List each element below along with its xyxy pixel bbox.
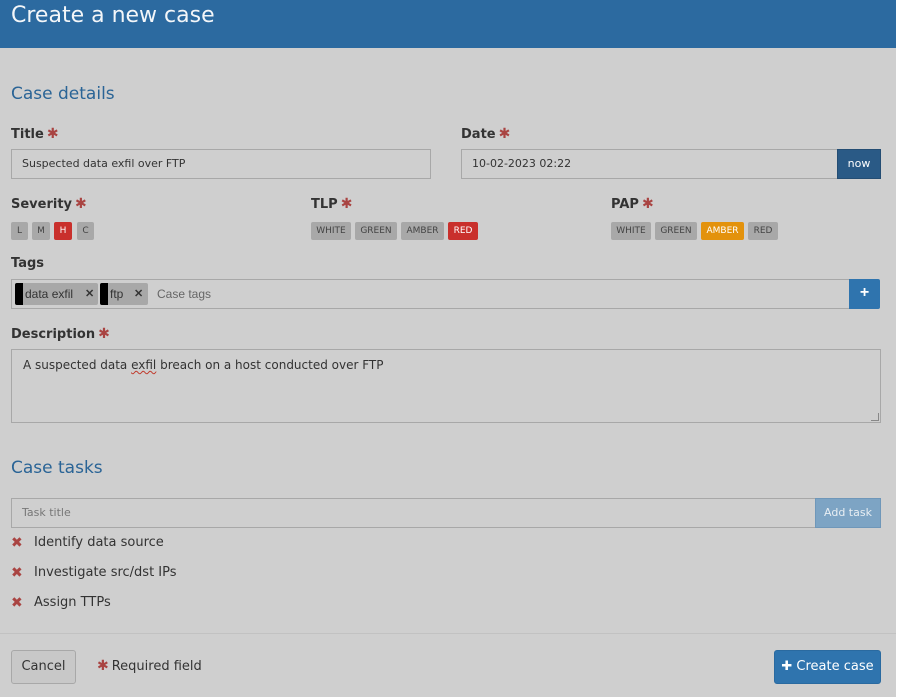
severity-option-h[interactable]: H: [54, 222, 72, 240]
create-case-button[interactable]: ✚ Create case: [774, 650, 881, 684]
add-tag-button[interactable]: +: [849, 279, 880, 309]
plus-icon: ✚: [781, 659, 793, 674]
resize-handle-icon[interactable]: [871, 413, 879, 421]
tag-chip: ftp ✕: [100, 283, 148, 305]
required-field-note: ✱ Required field: [97, 658, 202, 674]
create-case-label: Create case: [796, 659, 874, 674]
title-label: Title ✱: [11, 126, 59, 142]
task-label: Identify data source: [34, 535, 164, 550]
severity-option-c[interactable]: C: [77, 222, 94, 240]
pap-option-white[interactable]: WHITE: [611, 222, 651, 240]
description-label: Description ✱: [11, 326, 110, 342]
tag-color-bar: [100, 283, 108, 305]
pap-label: PAP ✱: [611, 196, 654, 212]
date-input[interactable]: 10-02-2023 02:22: [461, 149, 838, 179]
plus-icon: +: [859, 284, 870, 301]
required-asterisk-icon: ✱: [46, 126, 59, 142]
description-text: A suspected data: [23, 358, 132, 372]
required-asterisk-icon: ✱: [340, 196, 353, 212]
required-asterisk-icon: ✱: [641, 196, 654, 212]
cancel-button[interactable]: Cancel: [11, 650, 76, 684]
severity-option-m[interactable]: M: [32, 222, 50, 240]
description-textarea[interactable]: A suspected data exfil breach on a host …: [11, 349, 881, 423]
tags-input[interactable]: data exfil ✕ ftp ✕ Case tags: [11, 279, 850, 309]
tags-label: Tags: [11, 256, 45, 271]
tlp-option-amber[interactable]: AMBER: [401, 222, 444, 240]
tlp-option-red[interactable]: RED: [448, 222, 478, 240]
tags-placeholder: Case tags: [157, 287, 212, 301]
remove-tag-icon[interactable]: ✕: [85, 283, 94, 305]
remove-task-icon[interactable]: ✖: [11, 563, 23, 583]
title-input[interactable]: Suspected data exfil over FTP: [11, 149, 431, 179]
required-asterisk-icon: ✱: [97, 658, 109, 674]
modal-header: Create a new case: [0, 0, 896, 48]
pap-option-green[interactable]: GREEN: [655, 222, 697, 240]
task-title-input[interactable]: Task title: [11, 498, 816, 528]
tag-chip: data exfil ✕: [15, 283, 98, 305]
pap-option-amber[interactable]: AMBER: [701, 222, 744, 240]
required-asterisk-icon: ✱: [498, 126, 511, 142]
now-button[interactable]: now: [837, 149, 881, 179]
task-label: Investigate src/dst IPs: [34, 565, 177, 580]
date-label: Date ✱: [461, 126, 511, 142]
tag-color-bar: [15, 283, 23, 305]
remove-task-icon[interactable]: ✖: [11, 533, 23, 553]
tag-label: ftp: [110, 287, 124, 301]
section-title-case-tasks: Case tasks: [11, 458, 103, 478]
tlp-option-green[interactable]: GREEN: [355, 222, 397, 240]
add-task-button[interactable]: Add task: [815, 498, 881, 528]
pap-option-red[interactable]: RED: [748, 222, 778, 240]
tlp-label: TLP ✱: [311, 196, 353, 212]
severity-label: Severity ✱: [11, 196, 87, 212]
misspelled-word: exfil: [131, 358, 157, 372]
section-title-case-details: Case details: [11, 84, 115, 104]
remove-tag-icon[interactable]: ✕: [134, 283, 143, 305]
task-label: Assign TTPs: [34, 595, 111, 610]
modal-footer: Cancel ✱ Required field ✚ Create case: [0, 633, 896, 697]
remove-task-icon[interactable]: ✖: [11, 593, 23, 613]
modal-title: Create a new case: [11, 3, 215, 28]
severity-option-l[interactable]: L: [11, 222, 28, 240]
description-text: breach on a host conducted over FTP: [156, 358, 384, 372]
required-asterisk-icon: ✱: [75, 196, 87, 212]
tlp-option-white[interactable]: WHITE: [311, 222, 351, 240]
tag-label: data exfil: [25, 287, 74, 301]
required-asterisk-icon: ✱: [98, 326, 110, 342]
